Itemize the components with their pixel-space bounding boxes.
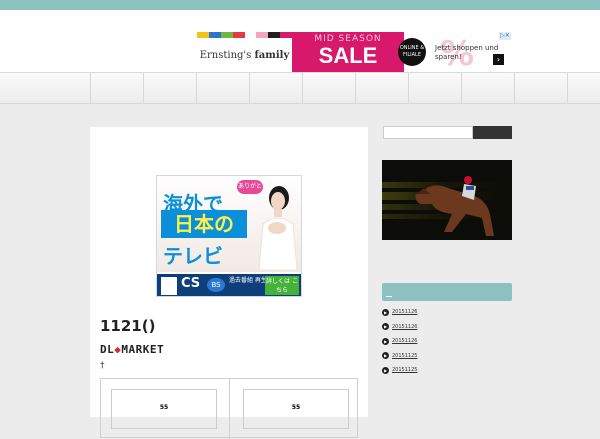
ad-jp-logo [161, 277, 177, 295]
main-content: 海外で 日本の テレビ ありがとう CS BS 過去番組 再生機能 詳しくは こ… [90, 127, 368, 439]
adchoices-icon[interactable]: ▷✕ [499, 32, 511, 40]
bullet-arrow-icon: ▶ [382, 323, 389, 331]
ad-jp-cs-label: CS [181, 276, 201, 291]
dlmarket-left: DL [100, 343, 115, 356]
ad-japan-tv[interactable]: 海外で 日本の テレビ ありがとう CS BS 過去番組 再生機能 詳しくは こ… [156, 175, 302, 297]
main-nav [0, 72, 600, 104]
bullet-arrow-icon: ▶ [382, 308, 389, 316]
product-cell[interactable]: 55 [243, 389, 349, 429]
bullet-arrow-icon: ▶ [382, 352, 389, 360]
post-link[interactable]: 20151125 [392, 367, 417, 373]
ad-sale-block: MID SEASON SALE [292, 32, 404, 72]
product-grid: 55 55 [100, 378, 358, 439]
nav-item[interactable] [302, 73, 354, 103]
post-link[interactable]: 20151126 [392, 309, 417, 315]
list-item[interactable]: ▶ 20151126 [382, 320, 512, 335]
nav-item[interactable] [249, 73, 301, 103]
dlmarket-right: MARKET [121, 343, 165, 356]
ad-brand-name: Ernsting's [199, 49, 252, 61]
nav-item[interactable] [143, 73, 195, 103]
ad-jp-line2: 日本の [161, 210, 247, 238]
ad-jp-bs-badge: BS [207, 278, 225, 292]
post-link[interactable]: 20151126 [392, 324, 417, 330]
widget-title-underline [386, 296, 392, 297]
list-item[interactable]: ▶ 20151125 [382, 349, 512, 364]
ad-jp-woman-image [258, 186, 298, 270]
ad-jp-details-button[interactable]: 詳しくは こちら [265, 276, 299, 295]
post-link[interactable]: 20151125 [392, 353, 417, 359]
horse-racing-banner[interactable] [382, 160, 512, 240]
nav-item[interactable] [514, 73, 566, 103]
nav-item[interactable] [461, 73, 513, 103]
ad-brand-bold: family [254, 49, 290, 61]
ad-jp-bottom-bar: CS BS 過去番組 再生機能 詳しくは こちら [157, 274, 301, 296]
ad-online-sticker: ONLINE & FILIALE [398, 38, 426, 66]
ad-arrow-button[interactable]: › [493, 54, 504, 65]
list-item[interactable]: ▶ 20151126 [382, 305, 512, 320]
post-link[interactable]: 20151126 [392, 338, 417, 344]
search-input[interactable] [383, 126, 473, 139]
widget-title-recent-posts [382, 283, 512, 301]
nav-item[interactable] [90, 73, 142, 103]
post-title: 1121() [100, 317, 156, 335]
dlmarket-logo[interactable]: DL◆MARKET [100, 343, 164, 356]
nav-item[interactable] [196, 73, 248, 103]
top-accent-bar [0, 0, 600, 10]
nav-item[interactable] [567, 73, 600, 103]
ad-sale-title: SALE [318, 43, 378, 68]
nav-item[interactable] [355, 73, 407, 103]
list-item[interactable]: ▶ 20151126 [382, 334, 512, 349]
list-item[interactable]: ▶ 20151125 [382, 363, 512, 378]
product-cell[interactable]: 55 [111, 389, 217, 429]
ad-brand-logo: Ernsting's family [197, 38, 292, 72]
grid-divider [229, 379, 230, 439]
bullet-arrow-icon: ▶ [382, 366, 389, 374]
bullet-arrow-icon: ▶ [382, 337, 389, 345]
recent-posts-list: ▶ 20151126 ▶ 20151126 ▶ 20151126 ▶ 20151125 … [382, 305, 512, 378]
dagger-mark: † [100, 361, 105, 371]
nav-item[interactable] [408, 73, 460, 103]
ad-banner-ernstings[interactable]: Ernsting's family MID SEASON SALE ONLINE… [197, 32, 511, 72]
ad-jp-line3: テレビ [163, 244, 223, 268]
search-button[interactable] [473, 126, 512, 139]
